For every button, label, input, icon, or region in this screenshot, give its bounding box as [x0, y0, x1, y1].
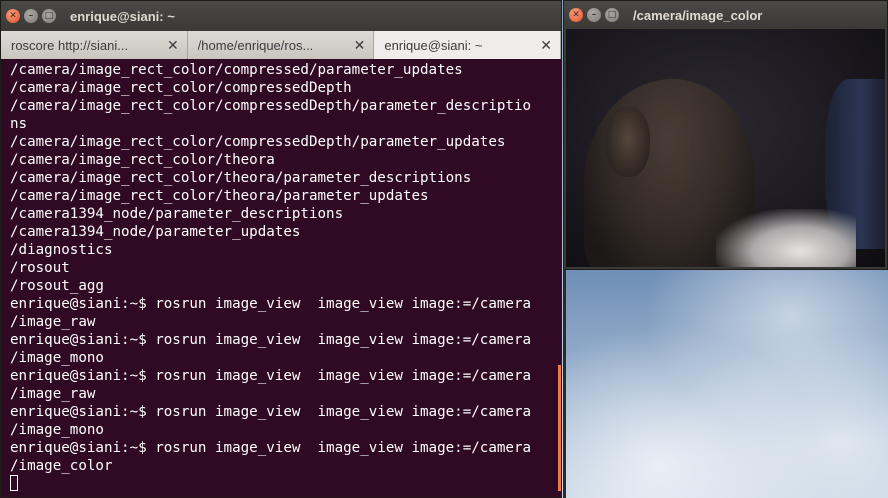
terminal-title: enrique@siani: ~: [70, 8, 175, 24]
terminal-line: /camera1394_node/parameter_descriptions: [10, 206, 344, 222]
terminal-line: /image_mono: [10, 422, 104, 438]
terminal-line: /rosout: [10, 260, 70, 276]
terminal-scrollbar[interactable]: [555, 59, 561, 497]
image-view-window: ✕ – □ /camera/image_color: [563, 0, 888, 270]
terminal-output[interactable]: /camera/image_rect_color/compressed/para…: [1, 59, 557, 497]
terminal-line: /camera/image_rect_color/compressedDepth: [10, 80, 352, 96]
close-window-button[interactable]: ✕: [6, 9, 20, 23]
maximize-window-button[interactable]: □: [42, 9, 56, 23]
terminal-line: /diagnostics: [10, 242, 113, 258]
window-edge: [563, 270, 566, 498]
window-controls: ✕ – □: [6, 9, 56, 23]
person-face: [606, 107, 650, 177]
tab-close-icon[interactable]: ✕: [354, 37, 366, 54]
terminal-line: /camera1394_node/parameter_updates: [10, 224, 301, 240]
image-view-title: /camera/image_color: [633, 7, 763, 23]
terminal-line: /rosout_agg: [10, 278, 104, 294]
terminal-line: /camera/image_rect_color/theora/paramete…: [10, 188, 429, 204]
terminal-line: /image_color: [10, 458, 113, 474]
terminal-window: ✕ – □ enrique@siani: ~ roscore http://si…: [0, 0, 562, 498]
terminal-line: enrique@siani:~$ rosrun image_view image…: [10, 368, 532, 384]
tab-close-icon[interactable]: ✕: [167, 37, 179, 54]
terminal-line: /camera/image_rect_color/theora/paramete…: [10, 170, 472, 186]
light-reflection: [716, 209, 856, 267]
terminal-line: /camera/image_rect_color/theora: [10, 152, 275, 168]
tab-roscore[interactable]: roscore http://siani... ✕: [1, 31, 188, 59]
maximize-window-button[interactable]: □: [605, 8, 619, 22]
terminal-line: enrique@siani:~$ rosrun image_view image…: [10, 332, 532, 348]
terminal-line: /camera/image_rect_color/compressed/para…: [10, 62, 463, 78]
scrollbar-thumb[interactable]: [558, 365, 561, 491]
window-controls: ✕ – □: [569, 8, 619, 22]
desktop-wallpaper: [563, 270, 888, 498]
camera-image[interactable]: [566, 29, 885, 267]
terminal-line: ns: [10, 116, 28, 132]
terminal-line: /image_raw: [10, 314, 96, 330]
terminal-line: /image_mono: [10, 350, 104, 366]
terminal-titlebar[interactable]: ✕ – □ enrique@siani: ~: [1, 1, 561, 31]
terminal-tabs: roscore http://siani... ✕ /home/enrique/…: [1, 31, 562, 60]
tab-close-icon[interactable]: ✕: [540, 37, 552, 54]
terminal-line: enrique@siani:~$ rosrun image_view image…: [10, 440, 532, 456]
text-cursor: [10, 475, 18, 491]
terminal-line: /image_raw: [10, 386, 96, 402]
tab-label: enrique@siani: ~: [384, 37, 483, 53]
terminal-line: enrique@siani:~$ rosrun image_view image…: [10, 296, 532, 312]
minimize-window-button[interactable]: –: [587, 8, 601, 22]
close-window-button[interactable]: ✕: [569, 8, 583, 22]
terminal-line: enrique@siani:~$ rosrun image_view image…: [10, 404, 532, 420]
tab-enrique-siani[interactable]: enrique@siani: ~ ✕: [374, 31, 562, 59]
terminal-line: /camera/image_rect_color/compressedDepth…: [10, 134, 506, 150]
terminal-line: /camera/image_rect_color/compressedDepth…: [10, 98, 532, 114]
tab-label: roscore http://siani...: [11, 37, 129, 53]
image-view-titlebar[interactable]: ✕ – □ /camera/image_color: [564, 1, 887, 29]
minimize-window-button[interactable]: –: [24, 9, 38, 23]
tab-home-ros[interactable]: /home/enrique/ros... ✕: [187, 31, 375, 59]
tab-label: /home/enrique/ros...: [197, 37, 314, 53]
prompt-line: [10, 475, 557, 493]
